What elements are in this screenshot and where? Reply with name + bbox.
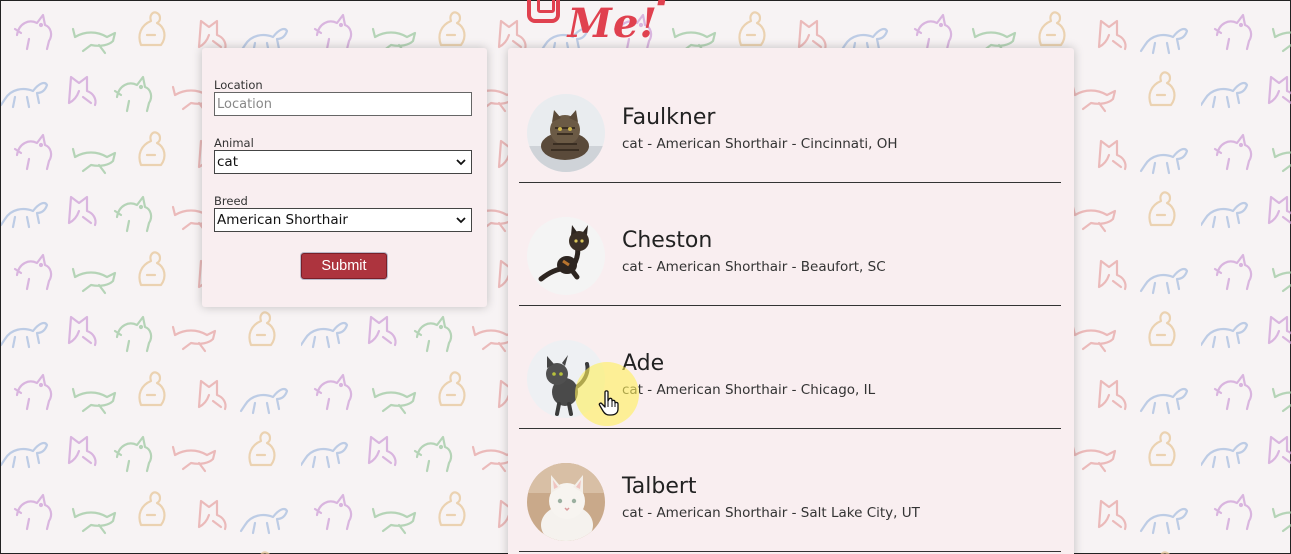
pet-name: Talbert — [622, 474, 697, 499]
pet-card-cheston[interactable]: Cheston cat - American Shorthair - Beauf… — [519, 184, 1061, 306]
chevron-down-icon — [456, 217, 466, 224]
pet-info: cat - American Shorthair - Cincinnati, O… — [622, 136, 898, 152]
pet-card-talbert[interactable]: Talbert cat - American Shorthair - Salt … — [519, 430, 1061, 552]
pet-card-faulkner[interactable]: Faulkner cat - American Shorthair - Cinc… — [519, 61, 1061, 183]
results-list: Faulkner cat - American Shorthair - Cinc… — [508, 48, 1074, 554]
location-field: Location — [214, 79, 487, 116]
breed-select-value: American Shorthair — [217, 212, 348, 228]
submit-button[interactable]: Submit — [301, 253, 387, 279]
chevron-down-icon — [456, 159, 466, 166]
logo-icon — [527, 0, 560, 23]
animal-field: Animal cat — [214, 137, 487, 174]
pet-info: cat - American Shorthair - Chicago, IL — [622, 382, 876, 398]
pet-photo — [527, 217, 605, 295]
animal-select-value: cat — [217, 154, 238, 170]
location-label: Location — [214, 78, 263, 92]
search-form: Location Animal cat Breed American Short… — [202, 48, 487, 307]
pet-name: Faulkner — [622, 105, 716, 130]
pet-name: Cheston — [622, 228, 713, 253]
animal-select[interactable]: cat — [214, 150, 472, 174]
hand-pointer-icon — [598, 390, 619, 416]
pet-info: cat - American Shorthair - Salt Lake Cit… — [622, 505, 920, 521]
breed-select[interactable]: American Shorthair — [214, 208, 472, 232]
location-input[interactable] — [214, 92, 472, 116]
logo-text: Adopt Me! — [567, 0, 704, 47]
animal-label: Animal — [214, 136, 254, 150]
breed-field: Breed American Shorthair — [214, 195, 487, 232]
pet-info: cat - American Shorthair - Beaufort, SC — [622, 259, 886, 275]
pet-name: Ade — [622, 351, 665, 376]
adopt-me-logo[interactable]: Adopt Me! — [527, 0, 767, 44]
breed-label: Breed — [214, 194, 248, 208]
pet-photo — [527, 463, 605, 541]
pet-photo — [527, 340, 605, 418]
pet-photo — [527, 94, 605, 172]
